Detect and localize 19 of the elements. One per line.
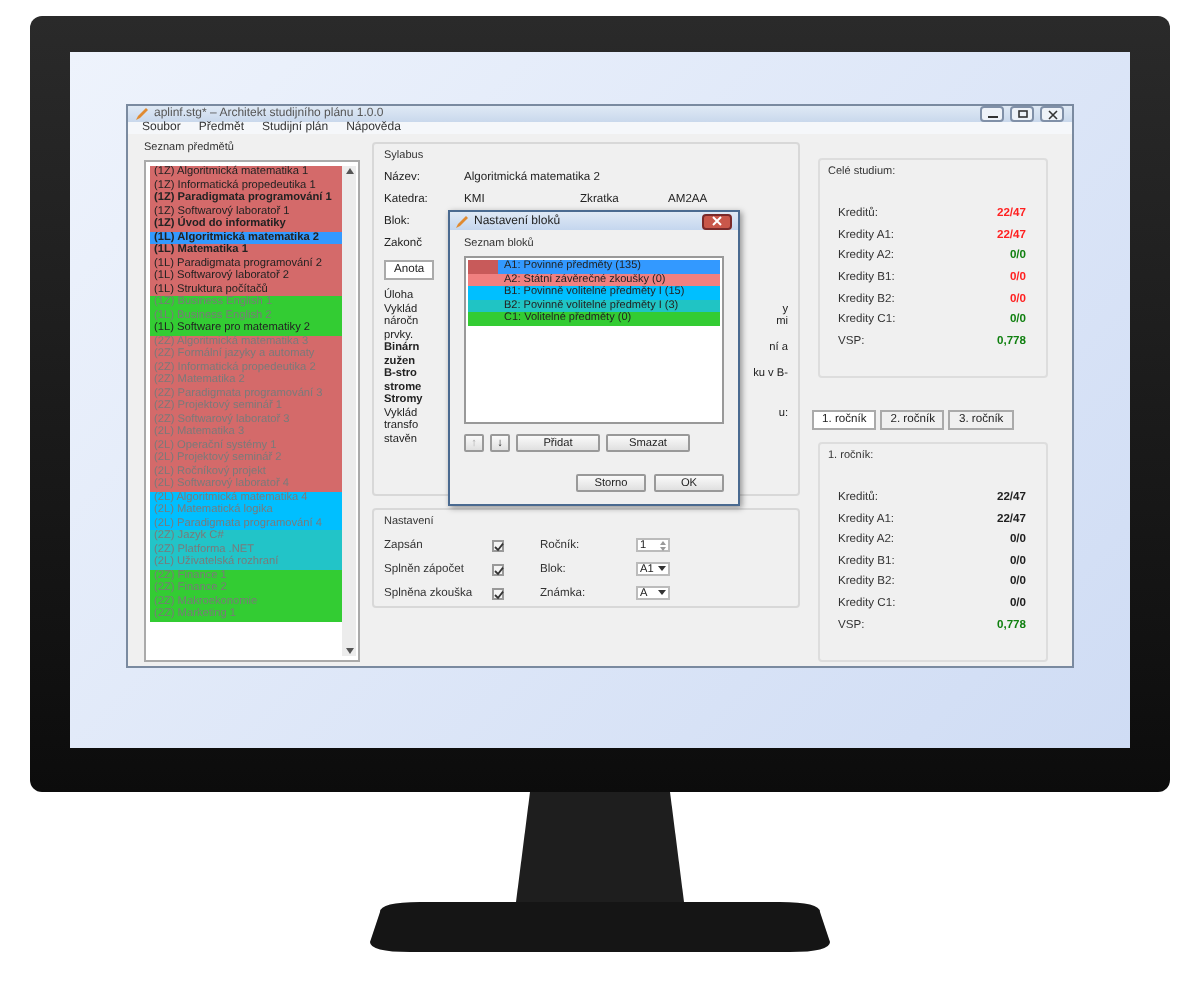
maximize-button[interactable] <box>1010 106 1034 122</box>
subject-list[interactable] <box>144 160 360 661</box>
scrollbar[interactable] <box>342 166 356 655</box>
caret-icon <box>658 590 666 596</box>
pencil-icon <box>456 215 468 227</box>
checkbox[interactable] <box>492 539 504 551</box>
checkbox[interactable] <box>492 587 504 599</box>
close-button[interactable] <box>1040 106 1064 122</box>
checkbox[interactable] <box>492 563 504 575</box>
caret-icon <box>658 566 666 572</box>
close-icon <box>1047 109 1057 119</box>
minimize-icon <box>987 111 997 117</box>
close-icon <box>712 216 722 226</box>
close-button[interactable] <box>702 213 732 229</box>
minimize-button[interactable] <box>980 106 1004 122</box>
spinner-arrows-icon <box>660 539 666 551</box>
down-arrow-icon <box>345 647 353 653</box>
up-arrow-icon <box>345 168 353 174</box>
maximize-icon <box>1017 110 1027 118</box>
